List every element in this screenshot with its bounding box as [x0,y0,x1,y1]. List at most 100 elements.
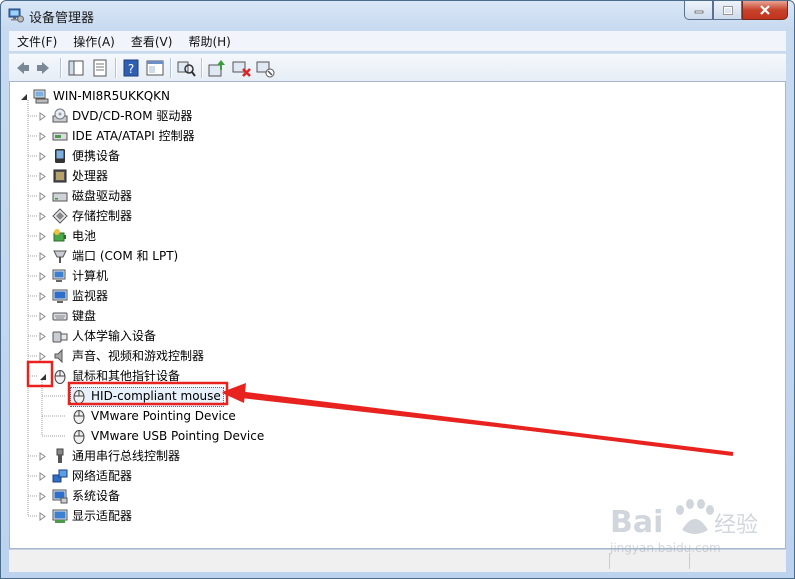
category-label[interactable]: DVD/CD-ROM 驱动器 [72,108,192,124]
close-icon [760,5,770,15]
category-label[interactable]: 人体学输入设备 [72,328,156,344]
menu-help[interactable]: 帮助(H) [180,33,238,50]
category-display-adapter [52,508,68,524]
category-label[interactable]: 计算机 [72,268,108,284]
category-label[interactable]: 网络适配器 [72,468,132,484]
view-pane-icon [146,60,164,75]
forward-button[interactable] [34,57,56,79]
disk-drive-icon [52,192,68,202]
category-label[interactable]: 便携设备 [72,148,120,164]
update-driver-icon [208,59,225,76]
device-mouse [71,428,87,444]
expander-display-adapter[interactable] [38,512,47,521]
expander-processor[interactable] [38,172,47,181]
uninstall-button[interactable] [230,57,252,79]
category-port [52,248,68,264]
network-adapter-icon [52,469,68,483]
expander-battery[interactable] [38,232,47,241]
expander-keyboard[interactable] [38,312,47,321]
expander-computer[interactable] [38,272,47,281]
category-label[interactable]: 鼠标和其他指针设备 [72,368,180,384]
expander-system-device[interactable] [38,492,47,501]
disable-device-button[interactable] [254,57,276,79]
expander-ide-controller[interactable] [38,132,47,141]
category-label[interactable]: 处理器 [72,168,108,184]
disable-device-icon [256,61,275,77]
help-icon: ? [123,59,139,76]
root-computer [33,88,49,104]
display-adapter-icon [52,509,68,523]
category-label[interactable]: IDE ATA/ATAPI 控制器 [72,128,195,144]
minimize-button[interactable] [684,1,713,20]
category-label[interactable]: 声音、视频和游戏控制器 [72,348,204,364]
collapsed-triangle-icon [39,472,46,481]
computer-icon [52,269,66,282]
expander-hid[interactable] [38,332,47,341]
maximize-button[interactable] [713,1,742,20]
device-mouse [71,408,87,424]
collapsed-triangle-icon [39,352,46,361]
expander-portable-device[interactable] [38,152,47,161]
category-label[interactable]: 电池 [72,228,96,244]
mouse-icon [73,390,85,404]
svg-text:?: ? [128,62,134,76]
root-expander[interactable] [19,92,28,101]
svg-text:jingyan.baidu.com: jingyan.baidu.com [610,541,721,555]
close-button[interactable] [742,1,788,20]
expander-monitor[interactable] [38,292,47,301]
category-storage-controller [52,208,68,224]
category-label[interactable]: 键盘 [72,308,96,324]
collapsed-triangle-icon [39,192,46,201]
category-label[interactable]: 显示适配器 [72,508,132,524]
expander-storage-controller[interactable] [38,212,47,221]
back-button[interactable] [10,57,32,79]
collapsed-triangle-icon [39,272,46,281]
window-controls [684,1,788,21]
category-label[interactable]: 通用串行总线控制器 [72,448,180,464]
collapsed-triangle-icon [39,492,46,501]
category-computer [52,268,68,284]
expander-usb[interactable] [38,452,47,461]
update-driver-button[interactable] [206,57,228,79]
help-button[interactable]: ? [120,57,142,79]
collapsed-triangle-icon [39,172,46,181]
show-hide-tree-button[interactable] [65,57,87,79]
root-label[interactable]: WIN-MI8R5UKKQKN [53,88,170,104]
menu-view[interactable]: 查看(V) [123,33,181,50]
toolbar-separator [115,57,116,78]
toolbar: ? [9,53,786,82]
category-label[interactable]: 存储控制器 [72,208,132,224]
expanded-triangle-icon [40,374,46,380]
menu-action[interactable]: 操作(A) [65,33,123,50]
collapsed-triangle-icon [39,512,46,521]
scan-hardware-button[interactable] [175,57,197,79]
device-tree[interactable]: WIN-MI8R5UKKQKN DVD/CD-ROM 驱动器 IDE ATA/ATA… [9,81,786,549]
device-label[interactable]: VMware USB Pointing Device [91,428,264,444]
title-bar[interactable]: 设备管理器 [1,1,794,29]
category-label[interactable]: 监视器 [72,288,108,304]
monitor-icon [52,289,68,303]
device-label[interactable]: VMware Pointing Device [91,408,236,424]
device-mouse [71,388,87,404]
category-label[interactable]: 端口 (COM 和 LPT) [72,248,178,264]
menu-file[interactable]: 文件(F) [9,33,65,50]
properties-button[interactable] [89,57,111,79]
view-pane-button[interactable] [144,57,166,79]
expander-port[interactable] [38,252,47,261]
category-mouse [52,368,68,384]
device-label[interactable]: HID-compliant mouse [91,388,221,404]
expander-mouse[interactable] [38,372,47,381]
mouse-icon [73,430,85,444]
mouse-icon [73,410,85,424]
menu-bar: 文件(F) 操作(A) 查看(V) 帮助(H) [9,31,786,51]
category-label[interactable]: 磁盘驱动器 [72,188,132,204]
back-icon [17,61,29,74]
category-keyboard [52,308,68,324]
expander-dvd-drive[interactable] [38,112,47,121]
category-label[interactable]: 系统设备 [72,488,120,504]
expander-network-adapter[interactable] [38,472,47,481]
expander-sound[interactable] [38,352,47,361]
category-sound [52,348,68,364]
expander-disk-drive[interactable] [38,192,47,201]
category-usb [52,448,68,464]
